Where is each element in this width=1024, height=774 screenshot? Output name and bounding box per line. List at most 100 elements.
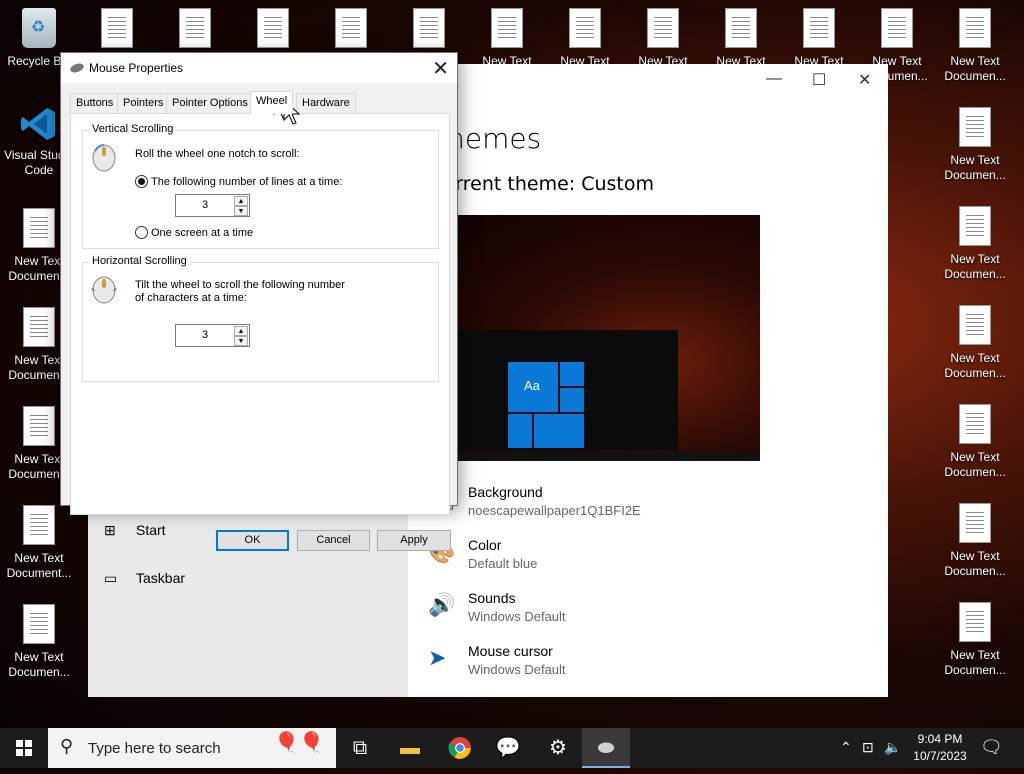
mouse-properties-icon[interactable]: ⬬ (582, 728, 630, 768)
preview-tile (560, 362, 584, 386)
desktop-file-item[interactable]: New Text Documen... (936, 305, 1014, 381)
desktop-file-item[interactable]: New Text Documen... (936, 404, 1014, 480)
volume-muted-icon[interactable]: 🔈 (884, 739, 901, 756)
desktop-file-item[interactable]: New Text (624, 8, 702, 69)
desktop-file-item[interactable] (312, 8, 390, 54)
tab-hardware[interactable]: Hardware (296, 93, 356, 113)
desktop-file-item[interactable] (234, 8, 312, 54)
vertical-scrolling-group: Vertical Scrolling Roll the wheel one no… (82, 123, 439, 249)
mouse-tilt-icon (91, 276, 117, 304)
maximize-button[interactable]: ☐ (812, 70, 826, 90)
lines-spinner[interactable]: 3 ▲ ▼ (175, 194, 250, 217)
text-file-icon (959, 404, 991, 444)
mouse-icon (69, 61, 85, 75)
settings-gear-icon[interactable]: ⚙ (534, 728, 582, 768)
vertical-instruction: Roll the wheel one notch to scroll: (135, 148, 300, 160)
nav-item-start[interactable]: ⊞ Start (104, 522, 166, 539)
speaker-icon: 🔊 (428, 592, 456, 617)
desktop-file-item[interactable]: New Text Documen... (936, 8, 1014, 84)
text-file-icon (491, 8, 523, 48)
lines-at-a-time-label[interactable]: The following number of lines at a time: (151, 176, 342, 188)
horizontal-scrolling-group: Horizontal Scrolling Tilt the wheel to s… (82, 255, 439, 382)
spin-up-icon[interactable]: ▲ (234, 196, 248, 206)
desktop-file-item[interactable]: New Text Document... (0, 505, 78, 581)
text-file-icon (335, 8, 367, 48)
desktop-file-item[interactable]: New Text (546, 8, 624, 69)
preview-tile (560, 388, 584, 412)
text-file-icon (23, 208, 55, 248)
spin-down-icon[interactable]: ▼ (234, 206, 248, 216)
one-screen-label[interactable]: One screen at a time (151, 227, 253, 239)
close-icon[interactable]: ✕ (432, 56, 449, 81)
apply-button[interactable]: Apply (377, 530, 451, 551)
taskbar: ⚲ Type here to search 🎈🎈 ⧉ ▬ 💬 ⚙ ⬬ ⌃ ⊡ 🔈… (0, 728, 1024, 768)
desktop-file-item[interactable]: New Text Documen... (936, 602, 1014, 678)
search-highlight-icon: 🎈🎈 (274, 732, 324, 754)
characters-value: 3 (201, 329, 209, 341)
preview-tile (534, 414, 584, 448)
windows-logo-icon (16, 740, 32, 756)
tab-wheel[interactable]: Wheel (250, 91, 294, 114)
clock[interactable]: 9:04 PM 10/7/2023 (908, 731, 972, 765)
desktop-file-item[interactable]: New Text (468, 8, 546, 69)
desktop-file-item[interactable]: New Text Documen... (936, 503, 1014, 579)
text-file-icon (959, 305, 991, 345)
vscode-icon (19, 104, 59, 144)
horizontal-instruction-line1: Tilt the wheel to scroll the following n… (135, 279, 345, 291)
text-file-icon (959, 107, 991, 147)
text-file-icon (803, 8, 835, 48)
text-file-icon (725, 8, 757, 48)
text-file-icon (257, 8, 289, 48)
text-file-icon (23, 505, 55, 545)
cursor-icon: ➤ (428, 645, 447, 670)
ok-button[interactable]: OK (216, 530, 289, 551)
desktop-file-item[interactable]: New Text Documen... (936, 206, 1014, 282)
desktop-file-item[interactable] (156, 8, 234, 54)
chat-icon[interactable]: 💬 (484, 728, 532, 768)
text-file-icon (959, 8, 991, 48)
text-file-icon (23, 307, 55, 347)
mouse-properties-dialog: Mouse Properties ✕ Buttons Pointers Poin… (60, 52, 458, 551)
start-button[interactable] (0, 728, 48, 768)
notification-icon[interactable]: 🗨 (980, 737, 1003, 758)
minimize-button[interactable]: — (766, 70, 782, 88)
text-file-icon (959, 503, 991, 543)
group-caption: Vertical Scrolling (89, 123, 177, 135)
nav-item-taskbar[interactable]: ▭ Taskbar (104, 570, 185, 587)
recycle-bin-icon (22, 8, 56, 48)
close-button[interactable]: ✕ (858, 70, 871, 90)
lines-value: 3 (201, 199, 209, 211)
chrome-icon[interactable] (436, 728, 484, 768)
taskbar-search-box[interactable]: ⚲ Type here to search 🎈🎈 (48, 728, 336, 768)
lines-at-a-time-radio[interactable] (135, 175, 148, 188)
desktop-file-item[interactable] (390, 8, 468, 54)
current-theme-label: Current theme: Custom (430, 173, 655, 195)
spin-up-icon[interactable]: ▲ (234, 326, 248, 336)
spin-down-icon[interactable]: ▼ (234, 336, 248, 346)
text-file-icon (881, 8, 913, 48)
network-icon[interactable]: ⊡ (862, 739, 874, 756)
task-view-icon[interactable]: ⧉ (336, 728, 384, 768)
chevron-up-icon[interactable]: ⌃ (840, 739, 852, 756)
characters-spinner[interactable]: 3 ▲ ▼ (175, 324, 250, 347)
text-file-icon (647, 8, 679, 48)
text-file-icon (413, 8, 445, 48)
one-screen-radio[interactable] (135, 226, 148, 239)
group-caption: Horizontal Scrolling (89, 255, 190, 267)
file-explorer-icon[interactable]: ▬ (386, 728, 434, 768)
desktop-file-item[interactable]: New Text (780, 8, 858, 69)
tab-buttons[interactable]: Buttons (70, 93, 120, 113)
desktop-file-item[interactable]: New Text Documen... (936, 107, 1014, 183)
tab-pointers[interactable]: Pointers (117, 93, 170, 113)
desktop-file-item[interactable] (78, 8, 156, 54)
cancel-button[interactable]: Cancel (297, 530, 370, 551)
dialog-titlebar[interactable]: Mouse Properties ✕ (61, 53, 457, 83)
search-icon: ⚲ (60, 736, 74, 756)
text-file-icon (101, 8, 133, 48)
preview-tile (508, 414, 532, 448)
desktop-file-item[interactable]: New Text Documen... (0, 604, 78, 680)
desktop-file-item[interactable]: New Text (702, 8, 780, 69)
text-file-icon (959, 206, 991, 246)
text-file-icon (569, 8, 601, 48)
tab-pointer-options[interactable]: Pointer Options (166, 93, 254, 113)
